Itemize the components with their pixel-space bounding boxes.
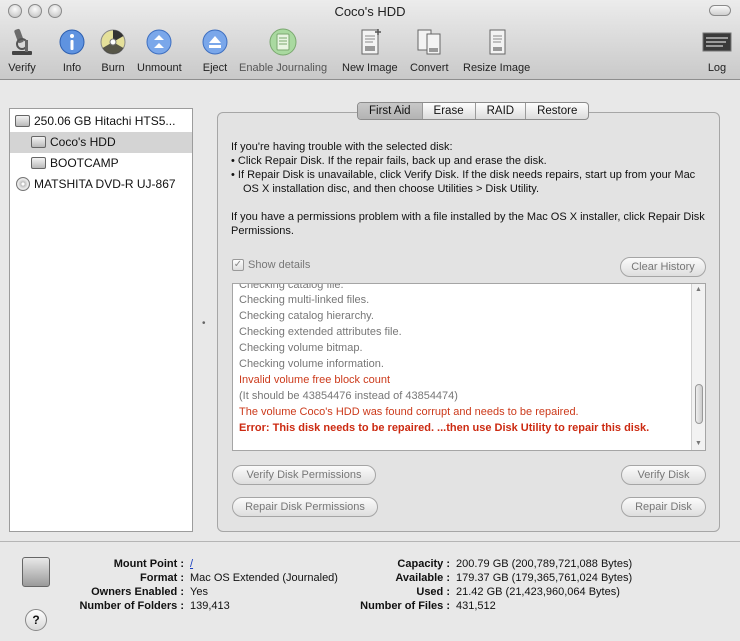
scroll-down-arrow-icon[interactable]: ▼	[695, 440, 702, 447]
log-line: Checking catalog file.	[239, 283, 344, 291]
checkmark-icon: ✓	[232, 259, 244, 271]
format-label: Format :	[140, 572, 184, 584]
microscope-icon	[12, 28, 32, 55]
toolbar-label: Info	[62, 62, 82, 74]
available-label: Available :	[395, 572, 450, 584]
sidebar-item-label: 250.06 GB Hitachi HTS5...	[34, 114, 176, 128]
used-label: Used :	[416, 586, 450, 598]
toolbar-toggle-button[interactable]	[709, 5, 731, 16]
toolbar-convert-button[interactable]: Convert	[410, 26, 449, 74]
instructions-bullet-repair: • Click Repair Disk. If the repair fails…	[231, 155, 547, 167]
resize-image-icon	[489, 29, 506, 55]
eject-icon	[202, 29, 228, 55]
toolbar-verify-button[interactable]: Verify	[6, 26, 38, 74]
toolbar-label: Burn	[101, 62, 125, 74]
toolbar-label: Convert	[410, 62, 449, 74]
log-line-error: The volume Coco's HDD was found corrupt …	[239, 406, 579, 418]
question-mark-icon: ?	[32, 613, 40, 627]
info-icon	[59, 29, 85, 55]
toolbar-new-image-button[interactable]: New Image	[342, 26, 398, 74]
sidebar-item-hitachi-disk[interactable]: 250.06 GB Hitachi HTS5...	[10, 111, 192, 132]
repair-disk-permissions-button[interactable]: Repair Disk Permissions	[232, 497, 378, 517]
splitter-handle[interactable]: •	[202, 318, 206, 329]
tab-restore[interactable]: Restore	[526, 103, 588, 119]
toolbar-info-button[interactable]: Info	[56, 26, 88, 74]
toolbar-label: Verify	[8, 62, 36, 74]
journal-icon	[269, 28, 297, 56]
tab-first-aid[interactable]: First Aid	[358, 103, 423, 119]
hard-disk-icon	[15, 115, 30, 127]
instructions-intro: If you're having trouble with the select…	[231, 141, 453, 153]
scroll-thumb[interactable]	[695, 384, 703, 424]
toolbar-enable-journaling-button[interactable]: Enable Journaling	[239, 26, 327, 74]
first-aid-instructions: If you're having trouble with the select…	[231, 140, 711, 238]
toolbar-unmount-button[interactable]: Unmount	[137, 26, 182, 74]
mount-point-link[interactable]: /	[190, 558, 193, 570]
sidebar-item-label: MATSHITA DVD-R UJ-867	[34, 177, 176, 191]
mount-point-label: Mount Point :	[113, 558, 184, 570]
tab-raid[interactable]: RAID	[476, 103, 527, 119]
new-image-icon	[361, 29, 381, 55]
capacity-label: Capacity :	[397, 558, 450, 570]
log-line: Checking volume bitmap.	[239, 342, 363, 354]
toolbar-label: Unmount	[137, 62, 182, 74]
log-icon	[702, 32, 732, 52]
convert-icon	[417, 29, 441, 55]
unmount-icon	[146, 29, 172, 55]
sidebar-item-cocos-hdd[interactable]: Coco's HDD	[10, 132, 192, 153]
repair-disk-button[interactable]: Repair Disk	[621, 497, 706, 517]
instructions-bullet-verify: • If Repair Disk is unavailable, click V…	[231, 169, 696, 195]
toolbar-burn-button[interactable]: Burn	[97, 26, 129, 74]
volume-icon	[31, 157, 46, 169]
show-details-label: Show details	[248, 259, 311, 271]
capacity-value: 200.79 GB (200,789,721,088 Bytes)	[456, 558, 633, 570]
clear-history-button[interactable]: Clear History	[620, 257, 706, 277]
number-of-folders-value: 139,413	[190, 600, 230, 612]
tab-erase[interactable]: Erase	[423, 103, 476, 119]
window-title: Coco's HDD	[334, 4, 406, 19]
number-of-folders-label: Number of Folders :	[79, 600, 184, 612]
log-line: Checking volume information.	[239, 358, 384, 370]
disk-list-sidebar[interactable]: 250.06 GB Hitachi HTS5... Coco's HDD BOO…	[9, 108, 193, 532]
log-scrollbar[interactable]: ▲ ▼	[691, 284, 705, 450]
tab-bar: First Aid Erase RAID Restore	[357, 102, 590, 120]
log-line: Checking multi-linked files.	[239, 294, 370, 306]
log-line-error: Invalid volume free block count	[239, 374, 391, 386]
sidebar-item-label: Coco's HDD	[50, 135, 116, 149]
number-of-files-value: 431,512	[456, 600, 496, 612]
log-line-error: Error: This disk needs to be repaired. .…	[239, 422, 650, 434]
log-line: Checking catalog hierarchy.	[239, 310, 374, 322]
volume-icon	[31, 136, 46, 148]
show-details-checkbox[interactable]: ✓ Show details	[232, 259, 310, 271]
permissions-note: If you have a permissions problem with a…	[231, 211, 705, 237]
burn-icon	[100, 29, 126, 55]
toolbar-label: Resize Image	[463, 62, 531, 74]
help-button[interactable]: ?	[25, 609, 47, 631]
used-value: 21.42 GB (21,423,960,064 Bytes)	[456, 586, 620, 598]
log-line: Checking extended attributes file.	[239, 326, 402, 338]
window-titlebar: Coco's HDD Verify Info Burn Unmount Ejec…	[0, 0, 740, 80]
format-value: Mac OS Extended (Journaled)	[190, 572, 338, 584]
sidebar-item-dvd-drive[interactable]: MATSHITA DVD-R UJ-867	[10, 174, 192, 195]
owners-enabled-value: Yes	[190, 586, 208, 598]
owners-enabled-label: Owners Enabled :	[91, 586, 184, 598]
log-line: (It should be 43854476 instead of 438544…	[239, 390, 458, 402]
scroll-up-arrow-icon[interactable]: ▲	[695, 286, 702, 293]
repair-log[interactable]: Checking catalog file. Checking multi-li…	[232, 283, 706, 451]
available-value: 179.37 GB (179,365,761,024 Bytes)	[456, 572, 633, 584]
number-of-files-label: Number of Files :	[360, 600, 450, 612]
toolbar-label: Log	[707, 62, 727, 74]
toolbar-label: New Image	[342, 62, 398, 74]
sidebar-item-label: BOOTCAMP	[50, 156, 119, 170]
toolbar-label: Enable Journaling	[239, 62, 328, 74]
verify-disk-permissions-button[interactable]: Verify Disk Permissions	[232, 465, 376, 485]
toolbar-resize-image-button[interactable]: Resize Image	[463, 26, 530, 74]
toolbar-eject-button[interactable]: Eject	[199, 26, 231, 74]
toolbar-label: Eject	[202, 62, 228, 74]
toolbar-log-button[interactable]: Log	[701, 26, 733, 74]
optical-disc-icon	[16, 177, 30, 191]
verify-disk-button[interactable]: Verify Disk	[621, 465, 706, 485]
sidebar-item-bootcamp[interactable]: BOOTCAMP	[10, 153, 192, 174]
